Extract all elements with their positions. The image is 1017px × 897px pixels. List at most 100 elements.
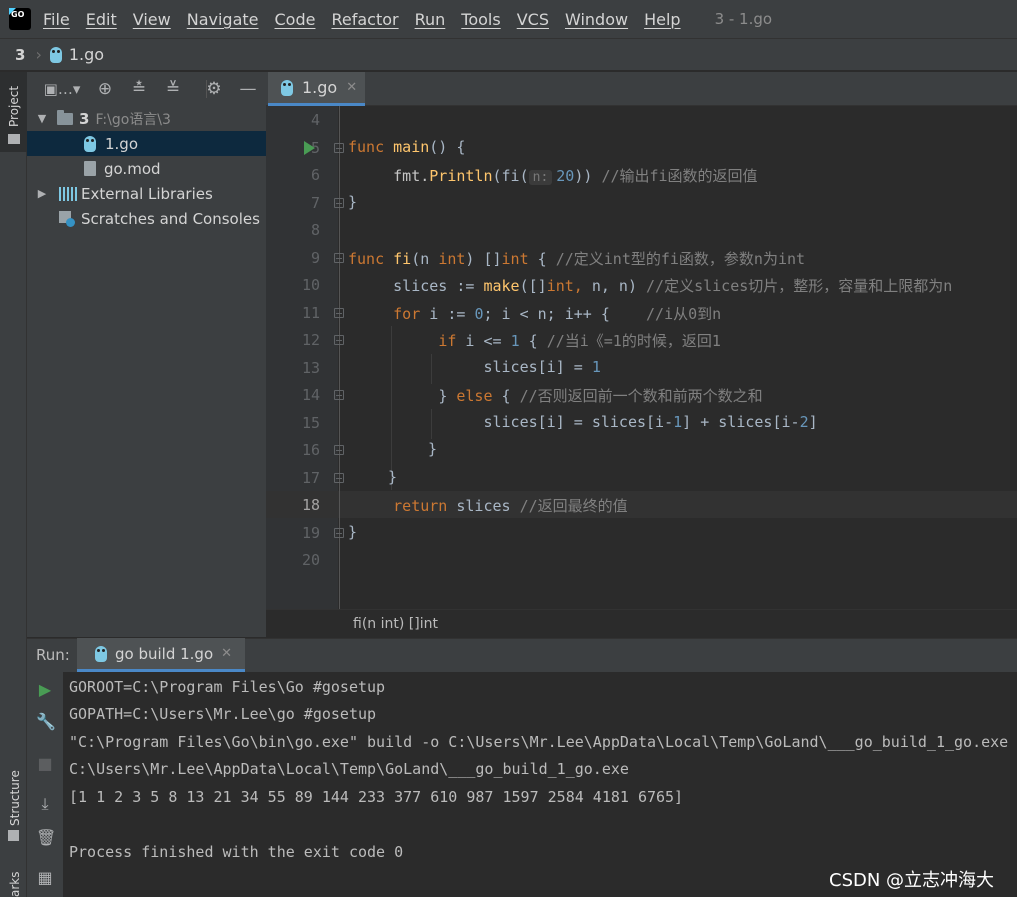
menu-run[interactable]: Run (415, 10, 446, 29)
breadcrumb-project[interactable]: 3 (15, 46, 25, 64)
code-line-6: fmt.Println(fi(n: 20)) //输出fi函数的返回值 (348, 165, 758, 186)
code-line-7: } (348, 193, 358, 211)
close-icon[interactable]: ✕ (221, 646, 232, 661)
trash-icon[interactable]: 🗑 (36, 828, 56, 847)
menu-help[interactable]: Help (644, 10, 680, 29)
code-text: (fi( (492, 167, 529, 185)
stop-icon[interactable]: ■ (36, 754, 54, 773)
comment: //定义int型的fi函数，参数n为int (555, 250, 806, 268)
go-mod-file-icon (84, 161, 96, 176)
package-name: fmt. (393, 167, 430, 185)
code-text: n, n) (591, 277, 647, 295)
tree-scratches[interactable]: Scratches and Consoles (27, 206, 266, 231)
locate-icon[interactable]: ⊕ (95, 79, 115, 99)
fold-marker-icon[interactable] (334, 143, 344, 153)
tree-external-libraries[interactable]: ▶ External Libraries (27, 181, 266, 206)
run-panel-label: Run: (36, 646, 70, 664)
number-literal: 1 (673, 413, 683, 431)
menu-view[interactable]: View (133, 10, 171, 29)
file-name: go.mod (104, 159, 161, 178)
type-keyword: int (438, 250, 466, 268)
minimize-icon[interactable]: — (238, 79, 258, 99)
tree-file-gomod[interactable]: go.mod (27, 156, 266, 181)
fold-marker-icon[interactable] (334, 390, 344, 400)
code-line-10: slices := make([]int, n, n) //定义slices切片… (348, 275, 952, 296)
comment: //i从0到n (646, 305, 722, 323)
code-text: (n (411, 250, 439, 268)
line-number: 20 (301, 551, 320, 569)
line-number: 6 (310, 166, 320, 184)
line-number: 4 (310, 111, 320, 129)
close-icon[interactable]: ✕ (346, 80, 357, 95)
menu-vcs[interactable]: VCS (517, 10, 549, 29)
comment: //当i《=1的时候，返回1 (546, 332, 721, 350)
tree-root-folder[interactable]: ▼ 3 F:\go语言\3 (27, 106, 266, 131)
code-text: i := (420, 305, 475, 323)
line-number: 9 (310, 249, 320, 267)
console-line: GOPATH=C:\Users\Mr.Lee\go #gosetup (69, 705, 377, 723)
layout-icon[interactable]: ▦ (36, 868, 54, 887)
wrench-icon[interactable]: 🔧 (36, 712, 56, 731)
line-number: 17 (301, 469, 320, 487)
structure-icon[interactable] (8, 830, 19, 841)
menu-window[interactable]: Window (565, 10, 628, 29)
scroll-to-end-icon[interactable]: ⤓ (36, 794, 54, 814)
file-name: 1.go (105, 134, 139, 153)
code-text: slices := (393, 277, 484, 295)
line-number: 11 (301, 304, 320, 322)
code-text: ] + slices[i- (682, 413, 800, 431)
expand-all-icon[interactable]: ≛ (129, 79, 149, 99)
line-number: 8 (310, 221, 320, 239)
menu-refactor[interactable]: Refactor (331, 10, 398, 29)
line-number: 13 (301, 359, 320, 377)
fold-marker-icon[interactable] (334, 445, 344, 455)
run-side-toolbar (27, 672, 63, 897)
menu-edit[interactable]: Edit (86, 10, 117, 29)
fold-marker-icon[interactable] (334, 335, 344, 345)
run-tab-go-build[interactable]: go build 1.go ✕ (77, 638, 245, 672)
line-number: 14 (301, 386, 320, 404)
fold-marker-icon[interactable] (334, 473, 344, 483)
collapse-all-icon[interactable]: ≚ (163, 79, 183, 99)
function-name: fi (393, 250, 412, 268)
code-text: )) (574, 167, 602, 185)
code-text: ([] (519, 277, 547, 295)
chevron-right-icon[interactable]: ▶ (35, 187, 49, 200)
fold-marker-icon[interactable] (334, 253, 344, 263)
number-literal: 1 (510, 332, 520, 350)
gear-icon[interactable]: ⚙ (204, 79, 224, 99)
fold-marker-icon[interactable] (334, 528, 344, 538)
fold-marker-icon[interactable] (334, 308, 344, 318)
editor-tab-1go[interactable]: 1.go ✕ (268, 72, 365, 106)
comment: //返回最终的值 (519, 497, 628, 515)
parameter-hint: n: (528, 170, 553, 185)
console-line: GOROOT=C:\Program Files\Go #gosetup (69, 678, 386, 696)
type-keyword: int, (546, 277, 592, 295)
structure-tab-label[interactable]: Structure (8, 770, 22, 826)
line-number: 7 (310, 194, 320, 212)
run-icon[interactable]: ▶ (36, 680, 54, 699)
window-title: 3 - 1.go (714, 10, 773, 28)
go-file-icon (95, 645, 107, 662)
menu-code[interactable]: Code (275, 10, 316, 29)
tab-label: go build 1.go (115, 644, 214, 663)
menu-navigate[interactable]: Navigate (187, 10, 259, 29)
menu-file[interactable]: File (43, 10, 70, 29)
menu-bar: GO File Edit View Navigate Code Refactor… (0, 0, 1017, 38)
tree-file-1go[interactable]: 1.go (27, 131, 266, 156)
menu-tools[interactable]: Tools (461, 10, 500, 29)
chevron-down-icon[interactable]: ▼ (35, 112, 49, 125)
bookmarks-tab-label[interactable]: arks (8, 872, 22, 897)
code-line-15: slices[i] = slices[i-1] + slices[i-2] (348, 413, 817, 431)
function-signature-crumb[interactable]: fi(n int) []int (353, 616, 438, 632)
toolbar-divider (206, 80, 207, 98)
fold-marker-icon[interactable] (334, 198, 344, 208)
comment: //定义slices切片，整形，容量和上限都为n (646, 277, 953, 295)
code-line-14: } else { //否则返回前一个数和前两个数之和 (348, 385, 762, 406)
editor-tab-bar (266, 72, 1017, 106)
run-gutter-icon[interactable] (304, 141, 315, 155)
panel-icon[interactable]: ▣…▾ (43, 80, 81, 98)
project-tool-tab[interactable]: Project (0, 72, 27, 152)
code-line-5: func main() { (348, 138, 465, 156)
breadcrumb-file[interactable]: 1.go (69, 45, 104, 64)
